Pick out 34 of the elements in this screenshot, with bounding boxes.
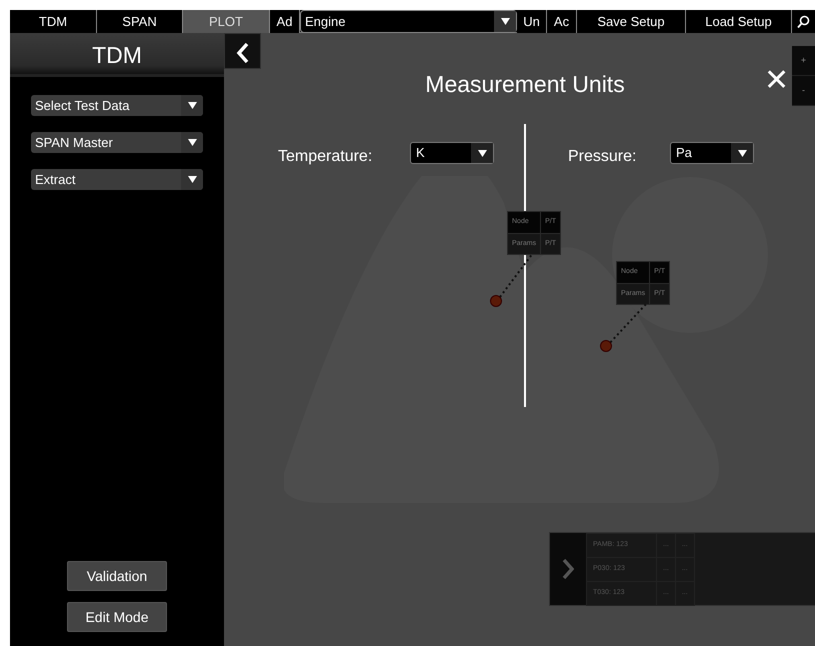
nav-tab[interactable]: SPAN [97, 10, 183, 33]
close-button[interactable]: ✕ [764, 58, 789, 103]
sidebar-dropdown[interactable]: SPAN Master [31, 132, 203, 153]
collapse-button[interactable] [224, 33, 261, 69]
caret-icon [500, 18, 510, 25]
unit-dropdown[interactable]: Pa [670, 142, 754, 164]
caret-icon [188, 139, 196, 146]
engine-dropdown[interactable]: Engine [300, 10, 517, 33]
caret-icon [738, 150, 746, 156]
nav-button[interactable]: Ac [547, 10, 577, 33]
sidebar-button[interactable]: Validation [67, 561, 167, 591]
expand-button[interactable] [550, 533, 586, 605]
sidebar-dropdown[interactable]: Extract [31, 169, 203, 190]
chevron-right-icon [562, 558, 574, 580]
nav-tab[interactable]: TDM [10, 10, 97, 33]
caret-icon [478, 150, 486, 156]
search-icon [797, 15, 810, 30]
nav-button[interactable]: Un [517, 10, 547, 33]
unit-dropdown[interactable]: K [410, 142, 494, 164]
zoom-button[interactable]: - [792, 76, 815, 106]
field-label: Pressure: [568, 147, 636, 167]
nav-button[interactable]: Save Setup [577, 10, 686, 33]
sidebar-button[interactable]: Edit Mode [67, 602, 167, 632]
field-label: Temperature: [278, 147, 372, 167]
modal-title: Measurement Units [424, 70, 626, 99]
chevron-left-icon [236, 42, 250, 64]
sidebar-title: TDM [10, 33, 224, 77]
nav-tab[interactable]: Ad [270, 10, 300, 33]
caret-icon [188, 176, 196, 183]
sidebar-dropdown[interactable]: Select Test Data [31, 95, 203, 116]
caret-icon [188, 102, 196, 109]
zoom-button[interactable]: + [792, 46, 815, 76]
nav-tab[interactable]: PLOT [183, 10, 270, 33]
nav-button[interactable]: Load Setup [686, 10, 792, 33]
